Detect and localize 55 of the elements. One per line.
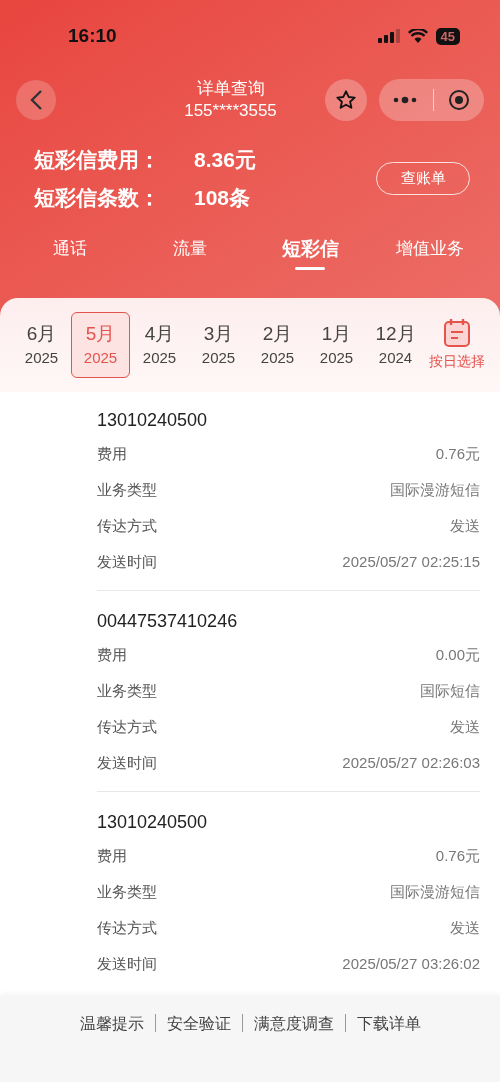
field-value: 国际漫游短信 [390,479,480,500]
more-icon[interactable] [393,96,419,104]
date-picker-button[interactable]: 按日选择 [426,318,488,372]
month-tab[interactable]: 6月 2025 [12,312,71,378]
footer-link[interactable]: 下载详单 [356,1012,421,1036]
phone-number: 155****3555 [184,100,277,122]
status-time: 16:10 [68,23,117,48]
phone-number: 13010240500 [97,811,209,834]
footer-link[interactable]: 满意度调查 [253,1012,334,1036]
month-tab[interactable]: 3月 2025 [189,312,248,378]
field-value: 发送 [450,716,480,737]
summary-value: 8.36元 [194,147,256,173]
footer-link[interactable]: 温馨提示 [79,1012,144,1036]
field-value: 2025/05/27 03:26:02 [342,953,480,974]
month-tab[interactable]: 12月 2024 [366,312,425,378]
star-icon [335,89,357,111]
page-title: 详单查询 [196,78,265,100]
field-value: 2025/05/27 02:26:03 [342,752,480,773]
record-icon[interactable] [448,89,470,111]
field-value: 发送 [450,515,480,536]
wifi-icon [407,29,428,43]
signal-icon [377,29,400,43]
field-value: 0.76元 [435,443,480,464]
field-label: 业务类型 [97,881,157,902]
month-tab[interactable]: 2月 2025 [248,312,307,378]
month-tab[interactable]: 1月 2025 [307,312,366,378]
field-label: 传达方式 [97,917,157,938]
calendar-icon [443,318,471,348]
favorite-button[interactable] [325,79,367,121]
footer-link[interactable]: 安全验证 [166,1012,231,1036]
back-icon [29,89,43,111]
summary-label: 短彩信条数： [34,184,161,211]
field-label: 业务类型 [97,479,157,500]
field-label: 传达方式 [97,515,157,536]
field-value: 国际漫游短信 [390,881,480,902]
field-label: 费用 [97,443,127,464]
phone-number: 00447537410246 [97,610,239,633]
field-label: 发送时间 [97,953,157,974]
field-value: 发送 [450,917,480,938]
summary-value: 108条 [194,184,251,211]
field-value: 0.76元 [435,845,480,866]
field-label: 传达方式 [97,716,157,737]
phone-number: 13010240500 [97,409,209,432]
field-label: 发送时间 [97,551,157,572]
field-label: 业务类型 [97,680,157,701]
back-button[interactable] [16,80,56,120]
field-value: 0.00元 [435,644,480,665]
month-tab[interactable]: 4月 2025 [130,312,189,378]
battery-icon: 45 [435,27,460,45]
field-label: 费用 [97,845,127,866]
field-label: 费用 [97,644,127,665]
summary-label: 短彩信费用： [34,147,161,173]
field-value: 国际短信 [420,680,480,701]
field-value: 2025/05/27 02:25:15 [342,551,480,572]
field-label: 发送时间 [97,752,157,773]
